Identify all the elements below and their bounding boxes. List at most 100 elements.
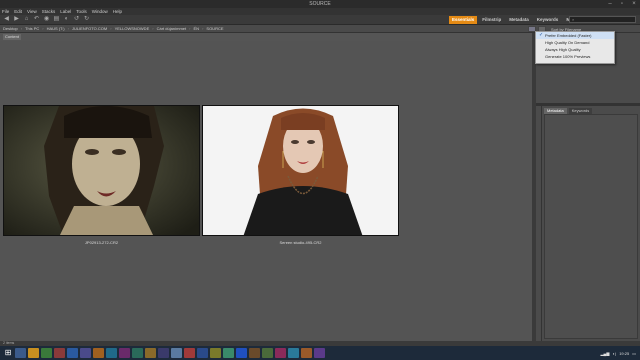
menu-bar: File Edit View Stacks Label Tools Window… bbox=[0, 8, 640, 15]
breadcrumb-folder-4[interactable]: ÉN bbox=[194, 25, 200, 33]
workspace-metadata[interactable]: Metadata bbox=[506, 16, 532, 24]
search-input[interactable]: ⌕ bbox=[569, 16, 636, 23]
rotate-right-icon[interactable]: ↻ bbox=[83, 16, 90, 23]
system-tray: ▂▄▆ ◖) 19:25 ▭ bbox=[600, 346, 636, 360]
title-bar: SOURCE – ▫ × bbox=[0, 0, 640, 8]
menu-item-prefer-embedded[interactable]: ✓ Prefer Embedded (Faster) bbox=[536, 32, 614, 39]
taskbar-app-icon[interactable] bbox=[41, 348, 52, 358]
taskbar-app-icon[interactable] bbox=[288, 348, 299, 358]
thumbnail-2[interactable] bbox=[202, 105, 399, 236]
metadata-panel bbox=[544, 114, 638, 339]
menu-item-label: Always High Quality bbox=[545, 47, 581, 52]
menu-stacks[interactable]: Stacks bbox=[42, 8, 56, 15]
breadcrumb-desktop[interactable]: Desktop bbox=[3, 25, 18, 33]
breadcrumb-separator: › bbox=[152, 26, 154, 31]
taskbar-app-icon[interactable] bbox=[67, 348, 78, 358]
recent-folder-icon[interactable]: ⌂ bbox=[23, 16, 30, 23]
tab-content[interactable]: Content bbox=[3, 34, 21, 40]
breadcrumb-folder-1[interactable]: JULIENFOTO.COM bbox=[72, 25, 107, 33]
clock[interactable]: 19:25 bbox=[619, 351, 629, 356]
taskbar-app-icon[interactable] bbox=[249, 348, 260, 358]
workspace-keywords[interactable]: Keywords bbox=[534, 16, 562, 24]
menu-item-always-high-quality[interactable]: Always High Quality bbox=[536, 46, 614, 53]
menu-item-label: Prefer Embedded (Faster) bbox=[545, 33, 592, 38]
checkmark-icon: ✓ bbox=[539, 32, 544, 38]
taskbar-app-icon[interactable] bbox=[145, 348, 156, 358]
breadcrumb-this-pc[interactable]: This PC bbox=[25, 25, 39, 33]
toolbar: ◀ ▶ ⌂ ↶ ◉ ▤ ◐ ↺ ↻ Essentials Filmstrip M… bbox=[0, 15, 640, 25]
camera-icon[interactable]: ◉ bbox=[43, 16, 50, 23]
taskbar-app-icon[interactable] bbox=[236, 348, 247, 358]
taskbar-app-icon[interactable] bbox=[171, 348, 182, 358]
refine-icon[interactable]: ▤ bbox=[53, 16, 60, 23]
taskbar-app-icon[interactable] bbox=[314, 348, 325, 358]
window-title: SOURCE bbox=[309, 1, 331, 7]
taskbar-app-icon[interactable] bbox=[15, 348, 26, 358]
taskbar-app-icon[interactable] bbox=[119, 348, 130, 358]
notification-icon[interactable]: ▭ bbox=[632, 351, 636, 356]
window-controls: – ▫ × bbox=[606, 0, 638, 8]
workspace-filmstrip[interactable]: Filmstrip bbox=[479, 16, 504, 24]
taskbar-app-icon[interactable] bbox=[28, 348, 39, 358]
breadcrumb-separator: › bbox=[189, 26, 191, 31]
windows-start-icon[interactable]: ⊞ bbox=[3, 348, 13, 358]
menu-item-label: Generate 100% Previews bbox=[545, 54, 591, 59]
workspace-essentials[interactable]: Essentials bbox=[449, 16, 478, 24]
menu-label[interactable]: Label bbox=[60, 8, 71, 15]
preview-quality-menu: ✓ Prefer Embedded (Faster) High Quality … bbox=[535, 31, 615, 64]
breadcrumb-drive[interactable]: HAUS (T:) bbox=[47, 25, 65, 33]
thumbnail-1[interactable] bbox=[3, 105, 200, 236]
taskbar-app-icon[interactable] bbox=[210, 348, 221, 358]
menu-item-high-quality-on-demand[interactable]: High Quality On Demand bbox=[536, 39, 614, 46]
breadcrumb-separator: › bbox=[202, 26, 204, 31]
portrait-photo-1 bbox=[4, 106, 199, 235]
taskbar-app-icon[interactable] bbox=[184, 348, 195, 358]
breadcrumb-separator: › bbox=[67, 26, 69, 31]
content-panel: JP02913-272-CR2 Sereen studio-495-CR2 bbox=[0, 41, 532, 341]
rotate-left-icon[interactable]: ↺ bbox=[73, 16, 80, 23]
taskbar-app-icon[interactable] bbox=[158, 348, 169, 358]
back-icon[interactable]: ◀ bbox=[3, 16, 10, 23]
taskbar-app-icon[interactable] bbox=[93, 348, 104, 358]
open-in-camera-raw-icon[interactable]: ◐ bbox=[63, 16, 70, 23]
breadcrumb-source[interactable]: SOURCE bbox=[206, 25, 223, 33]
taskbar-app-icon[interactable] bbox=[132, 348, 143, 358]
taskbar-app-icon[interactable] bbox=[275, 348, 286, 358]
taskbar-app-icon[interactable] bbox=[80, 348, 91, 358]
thumbnail-1-filename: JP02913-272-CR2 bbox=[84, 240, 119, 245]
search-icon: ⌕ bbox=[572, 17, 575, 22]
menu-view[interactable]: View bbox=[27, 8, 37, 15]
taskbar-app-icon[interactable] bbox=[262, 348, 273, 358]
breadcrumb-folder-3[interactable]: Cárt dújanímmet bbox=[157, 25, 187, 33]
menu-help[interactable]: Help bbox=[113, 8, 122, 15]
items-count: 2 items bbox=[3, 341, 15, 345]
boomerang-icon[interactable]: ↶ bbox=[33, 16, 40, 23]
breadcrumb-folder-2[interactable]: YELLOWSNOWDE bbox=[115, 25, 150, 33]
taskbar: ⊞ ▂▄▆ ◖) 19:25 ▭ bbox=[0, 346, 640, 360]
menu-tools[interactable]: Tools bbox=[76, 8, 87, 15]
maximize-icon[interactable]: ▫ bbox=[618, 0, 626, 8]
menu-window[interactable]: Window bbox=[92, 8, 108, 15]
network-icon[interactable]: ▂▄▆ bbox=[600, 351, 609, 356]
thumbnail-2-filename: Sereen studio-495-CR2 bbox=[279, 240, 322, 245]
breadcrumb-separator: › bbox=[110, 26, 112, 31]
taskbar-app-icon[interactable] bbox=[223, 348, 234, 358]
toolbar-icons: ◀ ▶ ⌂ ↶ ◉ ▤ ◐ ↺ ↻ bbox=[3, 16, 90, 23]
portrait-photo-2 bbox=[203, 106, 398, 235]
menu-edit[interactable]: Edit bbox=[14, 8, 22, 15]
breadcrumb-separator: › bbox=[42, 26, 44, 31]
right-panel-splitter[interactable] bbox=[536, 103, 640, 106]
minimize-icon[interactable]: – bbox=[606, 0, 614, 8]
taskbar-app-icon[interactable] bbox=[197, 348, 208, 358]
volume-icon[interactable]: ◖) bbox=[612, 351, 616, 356]
menu-file[interactable]: File bbox=[2, 8, 9, 15]
taskbar-app-icon[interactable] bbox=[54, 348, 65, 358]
forward-icon[interactable]: ▶ bbox=[13, 16, 20, 23]
breadcrumb-separator: › bbox=[20, 26, 23, 31]
taskbar-app-icon[interactable] bbox=[301, 348, 312, 358]
right-panel-divider bbox=[541, 106, 542, 341]
menu-item-generate-previews[interactable]: Generate 100% Previews bbox=[536, 53, 614, 60]
taskbar-app-icon[interactable] bbox=[106, 348, 117, 358]
menu-item-label: High Quality On Demand bbox=[545, 40, 590, 45]
close-icon[interactable]: × bbox=[630, 0, 638, 8]
